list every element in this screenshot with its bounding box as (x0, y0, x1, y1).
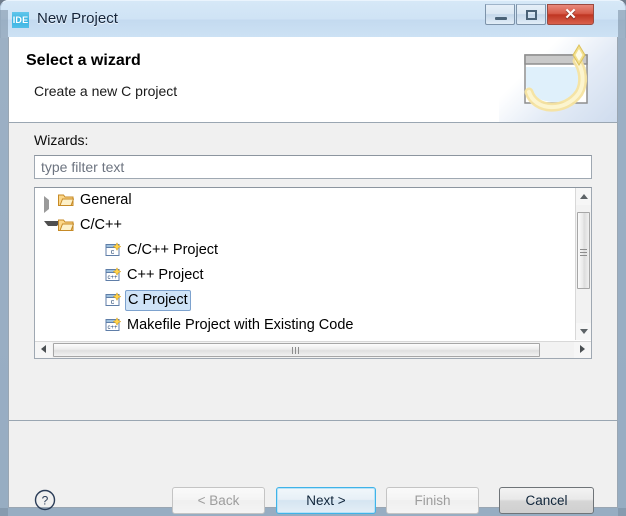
help-icon[interactable]: ? (34, 489, 56, 511)
tree-item-label: C Project (125, 290, 191, 311)
maximize-button[interactable] (516, 4, 546, 25)
tree-item-c-cpp[interactable]: C/C++ (35, 213, 576, 238)
tree-item-general[interactable]: General (35, 188, 576, 213)
maximize-icon (526, 10, 537, 20)
back-button[interactable]: < Back (172, 487, 265, 514)
dialog-footer: ? < Back Next > Finish Cancel (9, 421, 617, 514)
cancel-button[interactable]: Cancel (499, 487, 594, 514)
tree-item-label: Makefile Project with Existing Code (127, 317, 354, 333)
tree-item-label: C++ Project (127, 267, 204, 283)
svg-text:?: ? (42, 494, 49, 508)
scroll-right-button[interactable] (574, 342, 591, 358)
c-project-icon: c (105, 242, 121, 256)
tree-item-cpp-project[interactable]: c++ C++ Project (35, 263, 576, 288)
finish-button[interactable]: Finish (386, 487, 479, 514)
filter-input[interactable] (34, 155, 592, 179)
horizontal-scrollbar-thumb[interactable] (53, 343, 540, 357)
dialog-client-area: Select a wizard Create a new C project W… (8, 37, 618, 514)
vertical-scrollbar[interactable] (575, 188, 591, 340)
grip-line (295, 347, 296, 354)
window-title: New Project (37, 10, 118, 27)
grip-line (298, 347, 299, 354)
grip-line (580, 249, 587, 250)
cpp-project-icon: c++ (105, 317, 121, 331)
c-project-icon: c (105, 292, 121, 306)
dialog-window: IDE New Project ✕ Select a wizard Create… (0, 0, 626, 516)
triangle-down-icon (580, 329, 588, 334)
page-title: Select a wizard (26, 52, 141, 69)
tree-item-label: C/C++ (80, 217, 122, 233)
wizard-header: Select a wizard Create a new C project (9, 37, 617, 123)
triangle-right-icon (580, 345, 585, 353)
tree-item-c-cpp-project[interactable]: c C/C++ Project (35, 238, 576, 263)
grip-line (580, 255, 587, 256)
title-bar[interactable]: IDE New Project ✕ (0, 0, 626, 38)
svg-text:c: c (111, 299, 115, 306)
wizards-label: Wizards: (34, 132, 89, 148)
scroll-left-button[interactable] (35, 342, 52, 358)
folder-icon (58, 194, 74, 206)
grip-line (292, 347, 293, 354)
page-description: Create a new C project (34, 83, 178, 99)
tree-item-partial[interactable]: QT (35, 338, 576, 340)
window-frame-right (618, 10, 626, 516)
tree-item-c-project[interactable]: c C Project (35, 288, 576, 313)
wizard-window-sparkle-icon (524, 44, 588, 112)
tree-item-label: General (80, 192, 132, 208)
svg-text:c++: c++ (107, 275, 118, 281)
window-frame-left (0, 10, 8, 516)
tree-item-makefile-project[interactable]: c++ Makefile Project with Existing Code (35, 313, 576, 338)
close-icon: ✕ (564, 6, 577, 23)
svg-text:c: c (111, 249, 115, 256)
grip-line (580, 252, 587, 253)
scroll-up-button[interactable] (576, 188, 591, 205)
wizard-tree[interactable]: General C/C++ c C/C++ Project c++ C++ Pr… (34, 187, 592, 359)
minimize-button[interactable] (485, 4, 515, 25)
chevron-right-icon[interactable] (44, 196, 58, 213)
ide-icon: IDE (12, 12, 29, 28)
svg-text:c++: c++ (107, 325, 118, 331)
close-button[interactable]: ✕ (547, 4, 594, 25)
triangle-left-icon (41, 345, 46, 353)
vertical-scrollbar-thumb[interactable] (577, 212, 590, 289)
minimize-icon (495, 17, 507, 20)
scroll-down-button[interactable] (576, 323, 591, 340)
wizard-banner (499, 37, 617, 122)
triangle-up-icon (580, 194, 588, 199)
next-button[interactable]: Next > (276, 487, 376, 514)
tree-item-label: C/C++ Project (127, 242, 219, 258)
cpp-project-icon: c++ (105, 267, 121, 281)
wizard-body: Wizards: General (9, 123, 617, 420)
wizard-tree-list: General C/C++ c C/C++ Project c++ C++ Pr… (35, 188, 576, 340)
horizontal-scrollbar[interactable] (35, 341, 591, 358)
folder-icon (58, 219, 74, 231)
